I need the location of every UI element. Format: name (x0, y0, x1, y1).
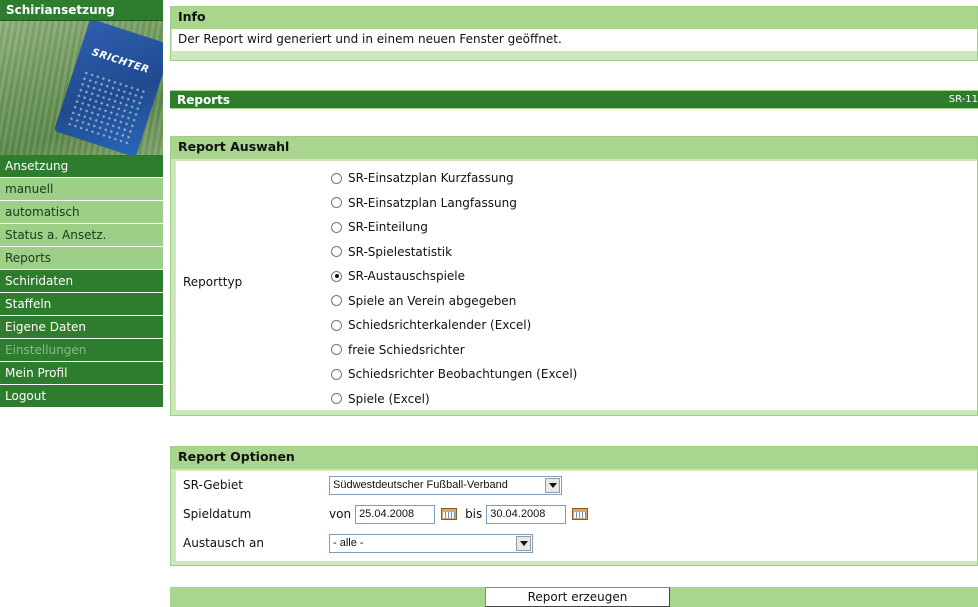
radio-option[interactable]: SR-Austauschspiele (331, 264, 577, 289)
radio-label: SR-Austauschspiele (348, 269, 466, 284)
optionen-panel: SR-Gebiet Südwestdeutscher Fußball-Verba… (176, 471, 977, 561)
radio-button[interactable] (331, 368, 342, 380)
submit-bar: Report erzeugen (170, 587, 978, 607)
sidebar-item-automatisch[interactable]: automatisch (0, 201, 163, 224)
radio-label: SR-Einsatzplan Langfassung (348, 195, 517, 210)
report-optionen-box: Report Optionen SR-Gebiet Südwestdeutsch… (170, 446, 978, 566)
datum-row: Spieldatum von 25.04.2008 bis 30.04.2008 (183, 503, 596, 525)
von-label: von (329, 507, 352, 521)
gebiet-value: Südwestdeutscher Fußball-Verband (333, 479, 508, 491)
radio-option[interactable]: SR-Einsatzplan Langfassung (331, 191, 577, 216)
info-message: Der Report wird generiert und in einem n… (172, 29, 977, 51)
sidebar-item-schiridaten[interactable]: Schiridaten (0, 270, 163, 293)
radio-label: Spiele an Verein abgegeben (348, 293, 517, 308)
sidebar: Schiriansetzung SRICHTER Ansetzung manue… (0, 0, 163, 408)
bis-label: bis (465, 507, 483, 521)
austausch-select[interactable]: - alle - (329, 533, 533, 553)
radio-button[interactable] (331, 197, 342, 209)
gebiet-row: SR-Gebiet Südwestdeutscher Fußball-Verba… (183, 474, 562, 496)
radio-label: Spiele (Excel) (348, 391, 430, 406)
gebiet-label: SR-Gebiet (183, 478, 243, 492)
info-title: Info (171, 7, 977, 29)
dropdown-arrow-icon[interactable] (516, 535, 531, 551)
sidebar-item-manuell[interactable]: manuell (0, 178, 163, 201)
radio-option[interactable]: freie Schiedsrichter (331, 338, 577, 363)
radio-button[interactable] (331, 393, 342, 405)
calendar-icon[interactable] (441, 508, 458, 520)
radio-button[interactable] (331, 172, 342, 184)
radio-option[interactable]: Schiedsrichterkalender (Excel) (331, 313, 577, 338)
sidebar-item-reports[interactable]: Reports (0, 247, 163, 270)
dropdown-arrow-icon[interactable] (545, 477, 560, 493)
reports-header: Reports SR-11 (170, 90, 978, 109)
radio-option[interactable]: SR-Einsatzplan Kurzfassung (331, 166, 577, 191)
sidebar-item-status[interactable]: Status a. Ansetz. (0, 224, 163, 247)
auswahl-panel: Reporttyp SR-Einsatzplan Kurzfassung SR-… (176, 161, 977, 410)
sidebar-item-eigene-daten[interactable]: Eigene Daten (0, 316, 163, 339)
sidebar-item-mein-profil[interactable]: Mein Profil (0, 362, 163, 385)
reporttyp-label: Reporttyp (183, 275, 243, 289)
reports-title: Reports (177, 93, 231, 107)
austausch-label: Austausch an (183, 536, 264, 550)
calendar-icon[interactable] (572, 508, 589, 520)
image-text: SRICHTER (90, 47, 151, 76)
von-date-input[interactable]: 25.04.2008 (355, 504, 436, 524)
austausch-value: - alle - (333, 537, 364, 549)
radio-button[interactable] (331, 344, 342, 356)
bis-date-input[interactable]: 30.04.2008 (486, 504, 567, 524)
radio-label: Schiedsrichterkalender (Excel) (348, 318, 532, 333)
sidebar-item-logout[interactable]: Logout (0, 385, 163, 408)
radio-label: freie Schiedsrichter (348, 342, 465, 357)
auswahl-title: Report Auswahl (171, 137, 977, 159)
radio-label: SR-Einteilung (348, 220, 428, 235)
radio-option[interactable]: Schiedsrichter Beobachtungen (Excel) (331, 362, 577, 387)
optionen-title: Report Optionen (171, 447, 977, 469)
radio-button-selected[interactable] (331, 270, 342, 282)
sidebar-item-ansetzung[interactable]: Ansetzung (0, 155, 163, 178)
austausch-row: Austausch an - alle - (183, 532, 533, 554)
radio-button[interactable] (331, 221, 342, 233)
radio-button[interactable] (331, 319, 342, 331)
radio-option[interactable]: Spiele an Verein abgegeben (331, 289, 577, 314)
datum-label: Spieldatum (183, 507, 252, 521)
sidebar-title: Schiriansetzung (0, 0, 163, 21)
report-code: SR-11 (948, 94, 978, 105)
info-box: Info Der Report wird generiert und in ei… (170, 6, 978, 61)
radio-button[interactable] (331, 246, 342, 258)
radio-option[interactable]: Spiele (Excel) (331, 387, 577, 412)
radio-option[interactable]: SR-Einteilung (331, 215, 577, 240)
gebiet-select[interactable]: Südwestdeutscher Fußball-Verband (329, 475, 562, 495)
sidebar-item-staffeln[interactable]: Staffeln (0, 293, 163, 316)
radio-label: Schiedsrichter Beobachtungen (Excel) (348, 367, 578, 382)
reporttyp-radio-group: SR-Einsatzplan Kurzfassung SR-Einsatzpla… (331, 166, 577, 411)
sidebar-item-einstellungen: Einstellungen (0, 339, 163, 362)
report-auswahl-box: Report Auswahl Reporttyp SR-Einsatzplan … (170, 136, 978, 416)
radio-option[interactable]: SR-Spielestatistik (331, 240, 577, 265)
radio-button[interactable] (331, 295, 342, 307)
report-erzeugen-button[interactable]: Report erzeugen (485, 587, 670, 607)
radio-label: SR-Einsatzplan Kurzfassung (348, 171, 514, 186)
radio-label: SR-Spielestatistik (348, 244, 453, 259)
header-image: SRICHTER (0, 21, 163, 155)
